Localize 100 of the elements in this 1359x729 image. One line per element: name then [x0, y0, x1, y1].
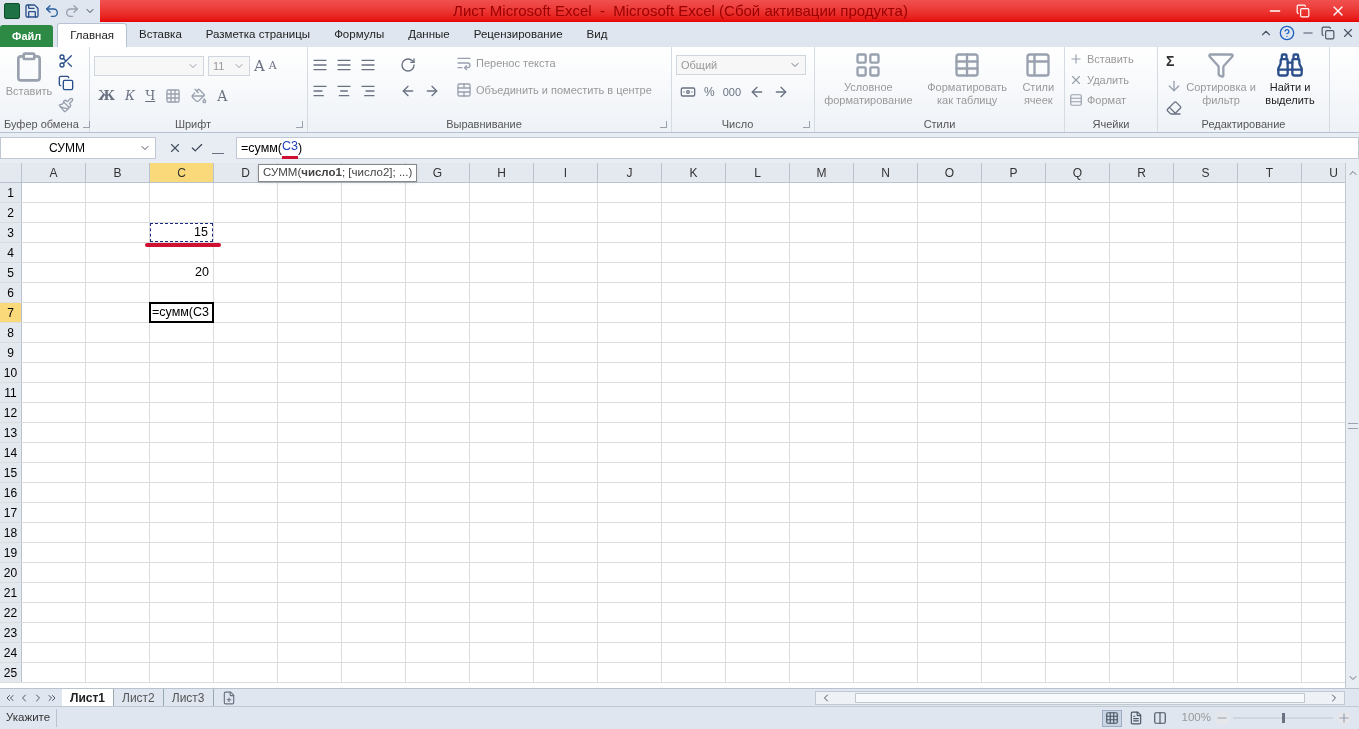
- cut-icon[interactable]: [58, 53, 74, 69]
- restore-icon[interactable]: [1296, 4, 1310, 18]
- name-box[interactable]: СУММ: [0, 137, 156, 159]
- row-header[interactable]: 25: [0, 663, 22, 682]
- column-header[interactable]: A: [22, 163, 86, 182]
- view-button[interactable]: [1101, 709, 1122, 727]
- column-header[interactable]: I: [534, 163, 598, 182]
- row-header[interactable]: 21: [0, 583, 22, 602]
- grow-font-button[interactable]: A: [254, 55, 265, 78]
- dialog-launcher-icon[interactable]: [803, 120, 810, 128]
- save-icon[interactable]: [24, 3, 40, 19]
- column-header[interactable]: K: [662, 163, 726, 182]
- scroll-thumb[interactable]: [1347, 422, 1358, 429]
- row-header[interactable]: 7: [0, 303, 22, 322]
- orientation-icon[interactable]: [400, 57, 416, 73]
- column-header[interactable]: J: [598, 163, 662, 182]
- align-left-icon[interactable]: [312, 83, 328, 99]
- row-header[interactable]: 24: [0, 643, 22, 662]
- column-header[interactable]: P: [982, 163, 1046, 182]
- align-center-icon[interactable]: [336, 83, 352, 99]
- row-header[interactable]: 23: [0, 623, 22, 642]
- clear-icon[interactable]: [1166, 100, 1182, 116]
- vertical-scrollbar[interactable]: [1345, 163, 1359, 688]
- currency-icon[interactable]: [680, 84, 696, 100]
- number-cell[interactable]: 15: [150, 223, 213, 242]
- ribbon-tab[interactable]: Вставка: [127, 23, 194, 47]
- row-header[interactable]: 20: [0, 563, 22, 582]
- dialog-launcher-icon[interactable]: [296, 120, 303, 128]
- italic-button[interactable]: К: [125, 86, 136, 106]
- decrease-indent-icon[interactable]: [400, 83, 416, 99]
- format-painter-icon[interactable]: [58, 97, 74, 113]
- sheet-tab[interactable]: Лист1: [62, 688, 115, 707]
- align-middle-icon[interactable]: [336, 57, 352, 73]
- number-cell[interactable]: 20: [150, 263, 213, 282]
- row-header[interactable]: 6: [0, 283, 22, 302]
- row-header[interactable]: 5: [0, 263, 22, 282]
- align-bottom-icon[interactable]: [360, 57, 376, 73]
- row-header[interactable]: 10: [0, 363, 22, 382]
- column-header[interactable]: N: [854, 163, 918, 182]
- align-top-icon[interactable]: [312, 57, 328, 73]
- shrink-font-button[interactable]: A: [268, 58, 277, 75]
- help-icon[interactable]: [1279, 25, 1295, 41]
- column-header[interactable]: C: [150, 163, 214, 182]
- ribbon-tab[interactable]: Главная: [57, 23, 128, 47]
- row-header[interactable]: 9: [0, 343, 22, 362]
- ribbon-tab[interactable]: Вид: [574, 23, 620, 47]
- horizontal-scrollbar[interactable]: [815, 690, 1345, 705]
- column-header[interactable]: O: [918, 163, 982, 182]
- cancel-icon[interactable]: [168, 141, 182, 155]
- row-header[interactable]: 8: [0, 323, 22, 342]
- row-header[interactable]: 19: [0, 543, 22, 562]
- autosum-button[interactable]: Σ: [1166, 51, 1182, 72]
- row-header[interactable]: 18: [0, 523, 22, 542]
- row-header[interactable]: 3: [0, 223, 22, 242]
- row-header[interactable]: 16: [0, 483, 22, 502]
- font-color-button[interactable]: A: [217, 85, 228, 107]
- row-header[interactable]: 4: [0, 243, 22, 262]
- column-header[interactable]: Q: [1046, 163, 1110, 182]
- row-header[interactable]: 1: [0, 183, 22, 202]
- dialog-launcher-icon[interactable]: [82, 120, 90, 128]
- scroll-thumb[interactable]: [855, 692, 1305, 703]
- bold-button[interactable]: Ж: [98, 86, 116, 106]
- column-header[interactable]: L: [726, 163, 790, 182]
- ribbon-tab[interactable]: Формулы: [322, 23, 397, 47]
- ribbon-tab[interactable]: Данные: [396, 23, 462, 47]
- formula-field[interactable]: =сумм(C3): [236, 137, 1359, 159]
- row-header[interactable]: 11: [0, 383, 22, 402]
- column-header[interactable]: S: [1174, 163, 1238, 182]
- fill-color-icon[interactable]: [191, 88, 208, 104]
- row-header[interactable]: 22: [0, 603, 22, 622]
- restore-workbook-icon[interactable]: [1321, 26, 1335, 40]
- close-workbook-icon[interactable]: [1341, 26, 1355, 40]
- find-select-button[interactable]: Найти и выделить: [1260, 51, 1320, 116]
- undo-icon[interactable]: [44, 3, 60, 19]
- underline-button[interactable]: Ч: [145, 86, 156, 106]
- thousands-button[interactable]: 000: [722, 83, 742, 101]
- borders-icon[interactable]: [165, 88, 182, 104]
- ribbon-tab[interactable]: Разметка страницы: [193, 23, 323, 47]
- row-header[interactable]: 13: [0, 423, 22, 442]
- insert-sheet-icon[interactable]: [221, 690, 236, 705]
- percent-button[interactable]: %: [704, 83, 715, 101]
- row-header[interactable]: 2: [0, 203, 22, 222]
- zoom-slider-thumb[interactable]: [1282, 713, 1285, 723]
- column-header[interactable]: M: [790, 163, 854, 182]
- column-header[interactable]: T: [1238, 163, 1302, 182]
- fill-icon[interactable]: [1166, 78, 1182, 94]
- column-header[interactable]: R: [1110, 163, 1174, 182]
- enter-icon[interactable]: [190, 141, 204, 155]
- align-right-icon[interactable]: [360, 83, 376, 99]
- file-tab[interactable]: Файл: [0, 25, 54, 47]
- font-name-field[interactable]: [94, 56, 204, 77]
- row-header[interactable]: 14: [0, 443, 22, 462]
- increase-indent-icon[interactable]: [424, 83, 440, 99]
- dialog-launcher-icon[interactable]: [660, 120, 667, 128]
- active-cell[interactable]: =сумм(C3: [149, 302, 214, 323]
- row-header[interactable]: 15: [0, 463, 22, 482]
- ribbon-tab[interactable]: Рецензирование: [461, 23, 575, 47]
- row-header[interactable]: 12: [0, 403, 22, 422]
- column-header[interactable]: H: [470, 163, 534, 182]
- copy-icon[interactable]: [58, 75, 74, 91]
